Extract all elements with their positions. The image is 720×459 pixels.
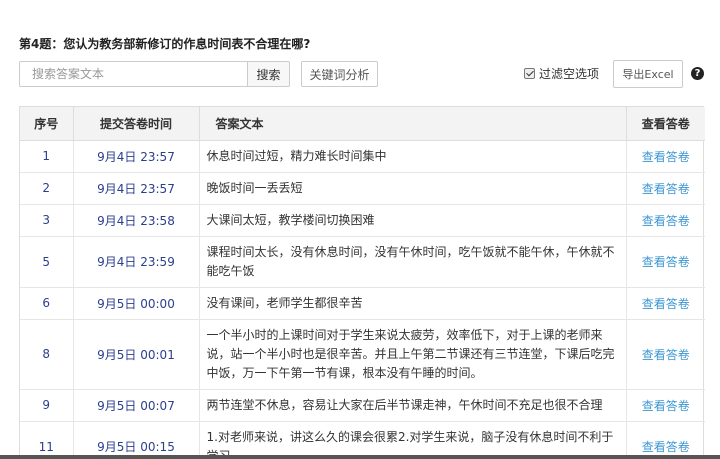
row-num: 11 bbox=[20, 421, 74, 459]
row-time: 9月4日 23:57 bbox=[73, 172, 200, 205]
row-num: 2 bbox=[20, 172, 74, 205]
row-time: 9月4日 23:57 bbox=[73, 140, 200, 173]
search-input[interactable] bbox=[19, 61, 247, 87]
row-num: 3 bbox=[20, 204, 74, 237]
view-answer-link[interactable]: 查看答卷 bbox=[642, 297, 690, 311]
row-answer: 没有课间，老师学生都很辛苦 bbox=[199, 287, 627, 320]
row-time: 9月5日 00:00 bbox=[73, 287, 200, 320]
row-time: 9月5日 00:01 bbox=[73, 319, 200, 390]
bottom-scrollbar[interactable] bbox=[0, 455, 720, 459]
row-view-cell: 查看答卷 bbox=[626, 389, 705, 422]
row-num: 1 bbox=[20, 140, 74, 173]
header-time: 提交答卷时间 bbox=[73, 107, 200, 141]
view-answer-link[interactable]: 查看答卷 bbox=[642, 150, 690, 164]
row-time: 9月5日 00:07 bbox=[73, 389, 200, 422]
table-row: 6 9月5日 00:00 没有课间，老师学生都很辛苦 查看答卷 bbox=[20, 287, 705, 320]
export-excel-button[interactable]: 导出Excel bbox=[613, 60, 683, 88]
row-num: 9 bbox=[20, 389, 74, 422]
row-view-cell: 查看答卷 bbox=[626, 236, 705, 288]
row-answer: 课程时间太长，没有休息时间，没有午休时间，吃午饭就不能午休，午休就不能吃午饭 bbox=[199, 236, 627, 288]
view-answer-link[interactable]: 查看答卷 bbox=[642, 399, 690, 413]
row-answer: 晚饭时间一丢丢短 bbox=[199, 172, 627, 205]
view-answer-link[interactable]: 查看答卷 bbox=[642, 440, 690, 454]
header-num: 序号 bbox=[20, 107, 74, 141]
help-icon[interactable]: ? bbox=[691, 67, 704, 80]
row-answer: 大课间太短，教学楼间切换困难 bbox=[199, 204, 627, 237]
row-num: 8 bbox=[20, 319, 74, 390]
view-answer-link[interactable]: 查看答卷 bbox=[642, 214, 690, 228]
row-answer: 1.对老师来说，讲这么久的课会很累2.对学生来说，脑子没有休息时间不利于学习 bbox=[199, 421, 627, 459]
table-row: 2 9月4日 23:57 晚饭时间一丢丢短 查看答卷 bbox=[20, 172, 705, 205]
row-answer: 两节连堂不休息，容易让大家在后半节课走神，午休时间不充足也很不合理 bbox=[199, 389, 627, 422]
row-answer: 一个半小时的上课时间对于学生来说太疲劳，效率低下，对于上课的老师来说，站一个半小… bbox=[199, 319, 627, 390]
search-button[interactable]: 搜索 bbox=[247, 61, 290, 87]
question-title: 第4题：您认为教务部新修订的作息时间表不合理在哪? bbox=[19, 37, 311, 51]
row-num: 5 bbox=[20, 236, 74, 288]
table-row: 8 9月5日 00:01 一个半小时的上课时间对于学生来说太疲劳，效率低下，对于上课… bbox=[20, 319, 705, 390]
filter-empty-option[interactable]: 过滤空选项 bbox=[524, 65, 599, 82]
table-header-row: 序号 提交答卷时间 答案文本 查看答卷 bbox=[20, 107, 705, 141]
row-answer: 休息时间过短，精力难长时间集中 bbox=[199, 140, 627, 173]
view-answer-link[interactable]: 查看答卷 bbox=[642, 182, 690, 196]
view-answer-link[interactable]: 查看答卷 bbox=[642, 255, 690, 269]
table-row: 5 9月4日 23:59 课程时间太长，没有休息时间，没有午休时间，吃午饭就不能午休… bbox=[20, 236, 705, 288]
table-row: 1 9月4日 23:57 休息时间过短，精力难长时间集中 查看答卷 bbox=[20, 140, 705, 173]
filter-checkbox[interactable] bbox=[524, 68, 535, 79]
row-view-cell: 查看答卷 bbox=[626, 172, 705, 205]
row-time: 9月4日 23:58 bbox=[73, 204, 200, 237]
row-view-cell: 查看答卷 bbox=[626, 319, 705, 390]
header-answer: 答案文本 bbox=[199, 107, 627, 141]
view-answer-link[interactable]: 查看答卷 bbox=[642, 348, 690, 362]
row-time: 9月4日 23:59 bbox=[73, 236, 200, 288]
row-view-cell: 查看答卷 bbox=[626, 204, 705, 237]
row-view-cell: 查看答卷 bbox=[626, 140, 705, 173]
answers-table: 序号 提交答卷时间 答案文本 查看答卷 1 9月4日 23:57 休息时间过短，精力… bbox=[19, 106, 705, 459]
table-row: 9 9月5日 00:07 两节连堂不休息，容易让大家在后半节课走神，午休时间不充足也… bbox=[20, 389, 705, 422]
header-view: 查看答卷 bbox=[626, 107, 705, 141]
row-view-cell: 查看答卷 bbox=[626, 421, 705, 459]
row-time: 9月5日 00:15 bbox=[73, 421, 200, 459]
keyword-analysis-button[interactable]: 关键词分析 bbox=[301, 61, 378, 87]
table-row: 3 9月4日 23:58 大课间太短，教学楼间切换困难 查看答卷 bbox=[20, 204, 705, 237]
row-num: 6 bbox=[20, 287, 74, 320]
filter-label: 过滤空选项 bbox=[539, 67, 600, 81]
row-view-cell: 查看答卷 bbox=[626, 287, 705, 320]
table-row: 11 9月5日 00:15 1.对老师来说，讲这么久的课会很累2.对学生来说，脑子没… bbox=[20, 421, 705, 459]
